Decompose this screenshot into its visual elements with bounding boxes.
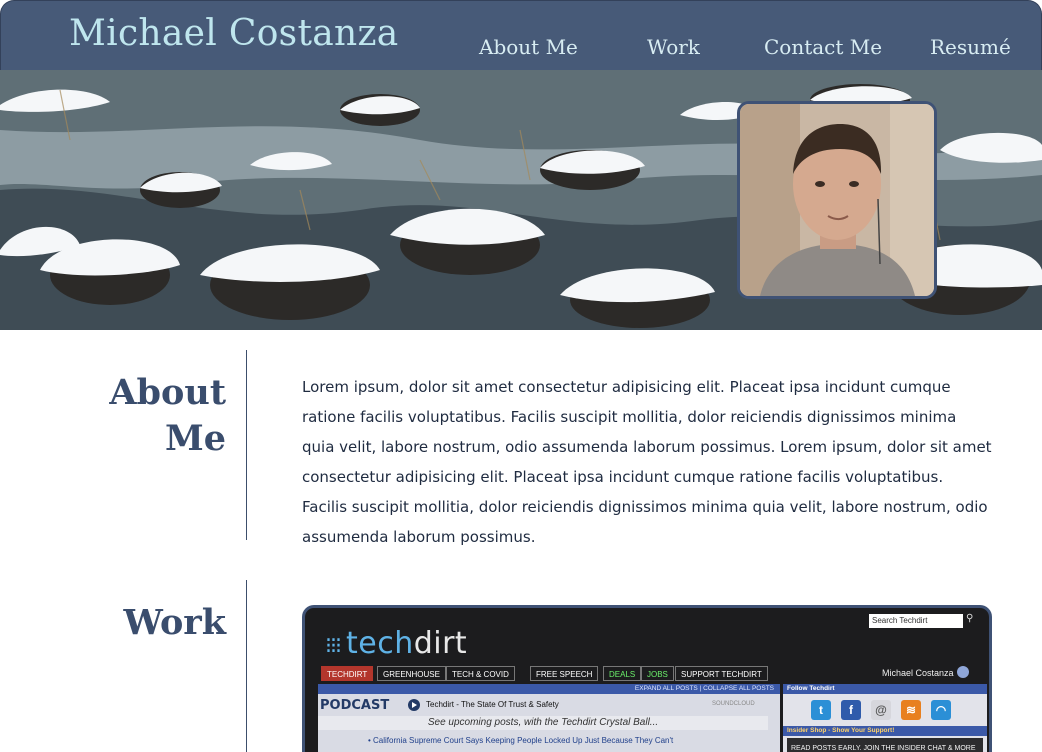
- shop-header: Insider Shop - Show Your Support!: [783, 726, 987, 736]
- hero-banner: [0, 70, 1042, 330]
- techdirt-tab: TECH & COVID: [446, 666, 515, 681]
- site-header: Michael Costanza About Me Work Contact M…: [0, 0, 1042, 70]
- podcast-label: PODCAST: [320, 698, 390, 713]
- nav-resume[interactable]: Resumé: [930, 35, 1011, 59]
- podcast-title: Techdirt - The State Of Trust & Safety: [426, 700, 559, 709]
- work-divider: [246, 580, 247, 752]
- search-icon: ⚲: [966, 613, 974, 624]
- logo-dirt: dirt: [413, 626, 468, 661]
- feed-icon: ◠: [931, 700, 951, 720]
- work-title: Work: [123, 602, 227, 643]
- logo-dots-icon: ⁝⁝⁝: [325, 634, 342, 659]
- twitter-icon: t: [811, 700, 831, 720]
- play-icon: [408, 699, 420, 711]
- techdirt-logo: ⁝⁝⁝ techdirt: [325, 626, 467, 661]
- techdirt-tab: SUPPORT TECHDIRT: [675, 666, 768, 681]
- about-title-line1: About: [109, 372, 226, 413]
- about-title-line2: Me: [164, 418, 226, 459]
- main-nav: About Me Work Contact Me Resumé: [1, 35, 1042, 63]
- logo-tech: tech: [345, 626, 414, 661]
- nav-work[interactable]: Work: [647, 35, 700, 59]
- techdirt-user-name: Michael Costanza: [882, 668, 954, 678]
- techdirt-tab: FREE SPEECH: [530, 666, 599, 681]
- techdirt-tab: JOBS: [641, 666, 674, 681]
- techdirt-tab: GREENHOUSE: [377, 666, 446, 681]
- about-body: Lorem ipsum, dolor sit amet consectetur …: [302, 378, 992, 546]
- techdirt-search-input: Search Techdirt: [869, 614, 963, 628]
- profile-photo: [737, 101, 937, 299]
- user-avatar-icon: [957, 666, 969, 678]
- shop-body: READ POSTS EARLY. JOIN THE INSIDER CHAT …: [787, 738, 983, 752]
- page: Michael Costanza About Me Work Contact M…: [0, 0, 1042, 752]
- facebook-icon: f: [841, 700, 861, 720]
- about-divider: [246, 350, 247, 540]
- follow-header: Follow Techdirt: [783, 684, 987, 694]
- rss-icon: ≋: [901, 700, 921, 720]
- about-title: About Me: [66, 370, 226, 462]
- techdirt-sidebar: Follow Techdirt t f @ ≋ ◠ Insider Shop -…: [783, 684, 987, 752]
- nav-contact-me[interactable]: Contact Me: [764, 35, 882, 59]
- soundcloud-label: SOUNDCLOUD: [712, 701, 755, 707]
- expand-collapse-bar: EXPAND ALL POSTS | COLLAPSE ALL POSTS: [318, 684, 780, 694]
- crystal-ball-banner: See upcoming posts, with the Techdirt Cr…: [318, 716, 768, 730]
- techdirt-tab: DEALS: [603, 666, 642, 681]
- headline-item: • California Supreme Court Says Keeping …: [368, 736, 674, 745]
- techdirt-main-column: PODCAST Techdirt - The State Of Trust & …: [318, 694, 780, 752]
- work-project-preview[interactable]: ⁝⁝⁝ techdirt Search Techdirt ⚲ TECHDIRT G…: [302, 605, 992, 752]
- techdirt-tab: TECHDIRT: [321, 666, 374, 681]
- profile-photo-image: [740, 104, 934, 296]
- email-icon: @: [871, 700, 891, 720]
- nav-about-me[interactable]: About Me: [479, 35, 578, 59]
